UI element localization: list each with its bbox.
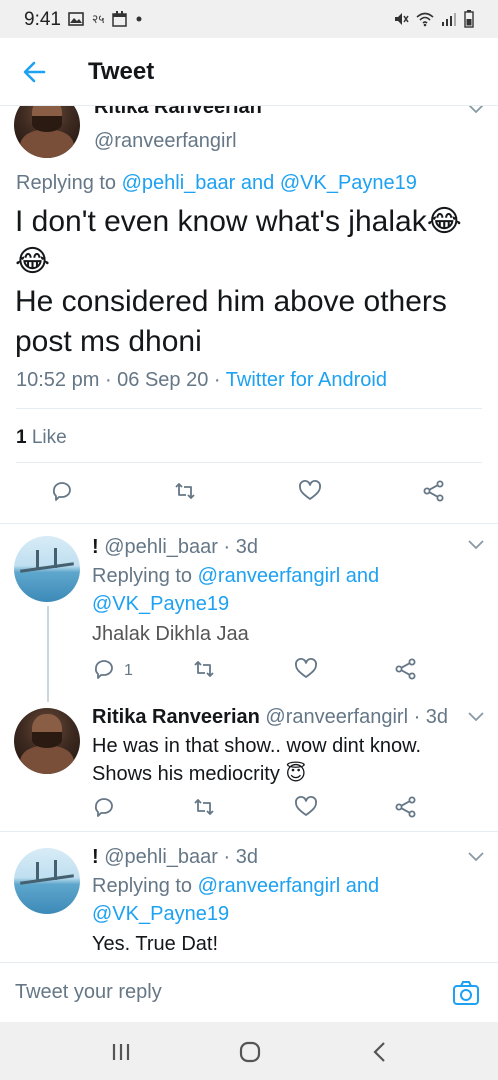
replying-user-link[interactable]: @ranveerfangirl	[198, 875, 341, 897]
signal-icon	[442, 13, 456, 26]
retweet-button[interactable]	[192, 794, 218, 820]
battery-icon	[464, 10, 474, 28]
tweet-source-link[interactable]: Twitter for Android	[226, 369, 387, 391]
reply-actions	[0, 794, 498, 824]
chevron-down-icon[interactable]	[468, 852, 484, 862]
reply-text: He was in that show.. wow dint know. Sho…	[92, 735, 422, 785]
reply-button[interactable]	[50, 478, 76, 504]
heart-icon	[295, 796, 317, 816]
replying-to: Replying to @pehli_baar and @VK_Payne19	[16, 172, 417, 194]
tweet-actions	[0, 478, 498, 508]
replying-to: Replying to @ranveerfangirl and @VK_Payn…	[92, 875, 380, 925]
reply-input[interactable]: Tweet your reply	[15, 981, 162, 1004]
retweet-button[interactable]	[192, 656, 218, 682]
reply-text: Jhalak Dikhla Jaa	[92, 623, 249, 645]
status-left-icons: २५	[68, 10, 143, 27]
divider	[16, 462, 482, 463]
reply-button[interactable]	[92, 794, 118, 820]
replying-user-link[interactable]: @VK_Payne19	[92, 903, 229, 925]
notification-text: २५	[92, 12, 105, 26]
tweet-timestamp: 10:52 pm · 06 Sep 20 · Twitter for Andro…	[16, 369, 387, 391]
status-time: 9:41	[24, 9, 61, 30]
back-arrow-icon[interactable]	[20, 58, 48, 86]
like-button[interactable]	[294, 656, 320, 682]
reply-avatar[interactable]	[14, 708, 80, 774]
reply-tweet[interactable]: Ritika Ranveerian @ranveerfangirl · 3d H…	[0, 696, 498, 832]
reply-count: 1	[124, 662, 133, 679]
retweet-icon	[194, 799, 214, 815]
reply-avatar[interactable]	[14, 536, 80, 602]
chevron-down-icon[interactable]	[468, 540, 484, 550]
replying-user-link[interactable]: @ranveerfangirl	[198, 565, 341, 587]
like-button[interactable]	[298, 478, 324, 504]
tweet-text: I don't even know what's jhalak😂 😂 He co…	[15, 205, 462, 358]
recent-apps-icon[interactable]	[108, 1039, 134, 1065]
calendar-icon	[112, 10, 128, 27]
app-header: Tweet	[0, 38, 498, 106]
share-icon	[423, 480, 444, 502]
camera-icon[interactable]	[452, 979, 480, 1007]
reply-text: Yes. True Dat!	[92, 933, 218, 955]
share-button[interactable]	[422, 478, 448, 504]
main-tweet: Ritika Ranveerian @ranveerfangirl Replyi…	[0, 106, 498, 524]
chevron-down-icon[interactable]	[468, 712, 484, 722]
replying-user-link[interactable]: @VK_Payne19	[92, 593, 229, 615]
reply-composer: Tweet your reply	[0, 962, 498, 1022]
page-title: Tweet	[88, 58, 155, 85]
reply-icon	[94, 660, 113, 679]
share-icon	[395, 658, 416, 680]
likes-count[interactable]: 1 Like	[16, 427, 67, 449]
replying-to: Replying to @ranveerfangirl and @VK_Payn…	[92, 565, 380, 615]
reply-avatar[interactable]	[14, 848, 80, 914]
replying-user-link[interactable]: @VK_Payne19	[280, 172, 417, 194]
reply-header: Ritika Ranveerian @ranveerfangirl · 3d	[92, 706, 449, 728]
reply-tweet[interactable]: ! @pehli_baar · 3d Replying to @ranveerf…	[0, 524, 498, 702]
wifi-icon	[416, 12, 434, 27]
reply-icon	[94, 798, 113, 817]
retweet-icon	[194, 661, 214, 677]
chevron-down-icon[interactable]	[468, 106, 484, 114]
replying-user-link[interactable]: @pehli_baar	[122, 172, 236, 194]
reply-tweet[interactable]: ! @pehli_baar · 3d Replying to @ranveerf…	[0, 832, 498, 962]
reply-header: ! @pehli_baar · 3d	[92, 536, 258, 558]
thread-line	[47, 606, 49, 702]
heart-icon	[299, 480, 321, 500]
reply-icon	[52, 482, 71, 501]
retweet-button[interactable]	[173, 478, 199, 504]
divider	[16, 408, 482, 409]
share-button[interactable]	[394, 656, 420, 682]
back-icon[interactable]	[367, 1039, 393, 1065]
retweet-icon	[175, 483, 195, 499]
author-name[interactable]: Ritika Ranveerian	[94, 106, 262, 119]
gallery-icon	[68, 11, 84, 26]
share-icon	[395, 796, 416, 818]
reply-actions: 1	[0, 656, 498, 686]
reply-button[interactable]	[92, 656, 118, 682]
mute-icon	[395, 13, 409, 25]
share-button[interactable]	[394, 794, 420, 820]
reply-header: ! @pehli_baar · 3d	[92, 846, 258, 868]
author-handle[interactable]: @ranveerfangirl	[94, 130, 237, 153]
dot-icon	[136, 16, 142, 21]
status-right-icons	[393, 10, 474, 28]
status-bar: 9:41 २५	[0, 0, 498, 38]
heart-icon	[295, 658, 317, 678]
author-avatar[interactable]	[14, 106, 80, 158]
system-nav-bar	[0, 1022, 498, 1080]
home-icon[interactable]	[237, 1039, 263, 1065]
like-button[interactable]	[294, 794, 320, 820]
